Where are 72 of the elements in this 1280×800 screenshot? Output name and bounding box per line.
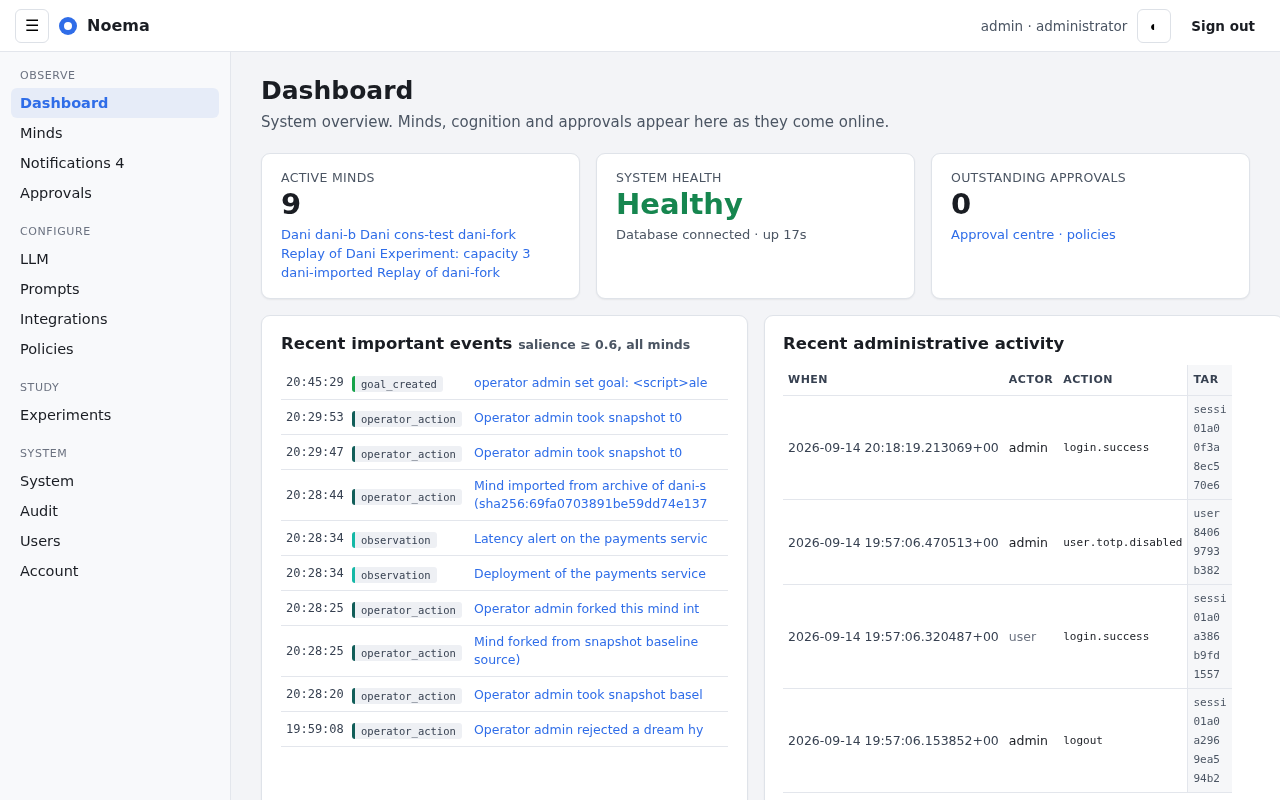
stat-value: 9 bbox=[281, 187, 303, 221]
page-title: Dashboard bbox=[261, 76, 415, 105]
table-cell: sessi 01a0 0f3a 8ec5 70e6 bbox=[1187, 395, 1232, 500]
event-tag: operator_action bbox=[352, 722, 462, 739]
column-header: TAR bbox=[1187, 365, 1232, 396]
table-cell: 2026-09-14 20:18:19.213069+00 bbox=[783, 395, 1004, 500]
section-heading: OBSERVE bbox=[19, 68, 77, 84]
table-cell: admin bbox=[1003, 688, 1059, 793]
event-tag: operator_action bbox=[352, 488, 462, 505]
event-link[interactable]: Operator admin took snapshot t0 bbox=[474, 444, 683, 462]
event-link[interactable]: Mind imported from archive of dani-s (sha256:69fa0703891be59dd74e137 bbox=[474, 477, 708, 513]
card-title: Recent administrative activity bbox=[783, 334, 1066, 353]
stat-label: SYSTEM HEALTH bbox=[616, 170, 723, 185]
stat-label: OUTSTANDING APPROVALS bbox=[951, 170, 1127, 185]
event-link[interactable]: Latency alert on the payments servic bbox=[474, 530, 708, 548]
event-tag: observation bbox=[352, 531, 437, 548]
event-link[interactable]: Mind forked from snapshot baseline source) bbox=[474, 633, 699, 669]
event-tag: operator_action bbox=[352, 410, 462, 427]
table-cell: 2026-09-14 19:57:06.320487+00 bbox=[783, 584, 1004, 689]
event-tag: goal_created bbox=[352, 375, 443, 392]
sidebar-item[interactable]: Policies bbox=[11, 334, 219, 364]
card-title: Recent important events bbox=[281, 334, 513, 353]
sidebar-item[interactable]: Dashboard bbox=[11, 88, 219, 118]
stat-detail: Database connected · up 17s bbox=[616, 226, 808, 244]
stat-link[interactable]: Approval centre · policies bbox=[951, 225, 1230, 244]
sidebar-item[interactable]: Integrations bbox=[11, 304, 219, 334]
event-link[interactable]: Operator admin took snapshot basel bbox=[474, 686, 703, 704]
event-tag: operator_action bbox=[352, 644, 462, 661]
sidebar-item[interactable]: LLM bbox=[11, 244, 219, 274]
table-cell: user 8406 9793 b382 bbox=[1187, 499, 1232, 585]
event-tag: operator_action bbox=[352, 601, 462, 618]
event-link[interactable]: operator admin set goal: <script>ale bbox=[474, 374, 708, 392]
sidebar-item[interactable]: Minds bbox=[11, 118, 219, 148]
table-cell: sessi 01a0 a296 9ea5 94b2 bbox=[1187, 688, 1232, 793]
section-heading: STUDY bbox=[19, 380, 61, 396]
column-header: WHEN bbox=[783, 365, 1004, 396]
menu-button[interactable]: ☰ bbox=[15, 8, 49, 43]
sidebar-item[interactable]: Users bbox=[11, 526, 219, 556]
sidebar-item[interactable]: System bbox=[11, 466, 219, 496]
column-header: ACTOR bbox=[1003, 365, 1059, 396]
table-cell: admin bbox=[1003, 499, 1059, 585]
table-cell: sessi 01a0 a386 b9fd 1557 bbox=[1187, 584, 1232, 689]
stat-value: Healthy bbox=[616, 187, 744, 221]
section-heading: SYSTEM bbox=[19, 446, 69, 462]
sign-out-button[interactable]: Sign out bbox=[1181, 11, 1265, 40]
stat-link[interactable]: Dani dani-b Dani cons-test dani-fork Replay of Dani Experiment: capacity 3 dani-imported Replay of dani-fork bbox=[281, 225, 560, 282]
event-link[interactable]: Operator admin rejected a dream hy bbox=[474, 721, 704, 739]
user-label: admin · administrator bbox=[980, 17, 1128, 34]
sidebar-item[interactable]: Prompts bbox=[11, 274, 219, 304]
table-cell: 2026-09-14 19:57:06.470513+00 bbox=[783, 499, 1004, 585]
sidebar-item[interactable]: Experiments bbox=[11, 400, 219, 430]
sidebar-item[interactable]: Approvals bbox=[11, 178, 219, 208]
table-cell: 2026-09-14 19:57:06.153852+00 bbox=[783, 688, 1004, 793]
theme-toggle-button[interactable]: ◐ bbox=[1137, 8, 1172, 43]
brand-name: Noema bbox=[87, 16, 150, 35]
stat-label: ACTIVE MINDS bbox=[281, 170, 376, 185]
event-link[interactable]: Operator admin took snapshot t0 bbox=[474, 409, 683, 427]
sidebar-item[interactable]: Notifications 4 bbox=[11, 148, 219, 178]
event-link[interactable]: Operator admin forked this mind int bbox=[474, 600, 700, 618]
event-tag: operator_action bbox=[352, 687, 462, 704]
stat-value: 0 bbox=[951, 187, 973, 221]
card-subtitle: salience ≥ 0.6, all minds bbox=[518, 337, 691, 352]
logo-icon bbox=[59, 16, 77, 35]
event-tag: observation bbox=[352, 566, 437, 583]
table-cell: user bbox=[1003, 584, 1059, 689]
table-cell: admin bbox=[1003, 395, 1059, 500]
event-tag: operator_action bbox=[352, 445, 462, 462]
sidebar-item[interactable]: Account bbox=[11, 556, 219, 586]
event-link[interactable]: Deployment of the payments service bbox=[474, 565, 706, 583]
section-heading: CONFIGURE bbox=[19, 224, 92, 240]
sidebar-item[interactable]: Audit bbox=[11, 496, 219, 526]
page-subtitle: System overview. Minds, cognition and approvals appear here as they come online. bbox=[261, 113, 891, 131]
